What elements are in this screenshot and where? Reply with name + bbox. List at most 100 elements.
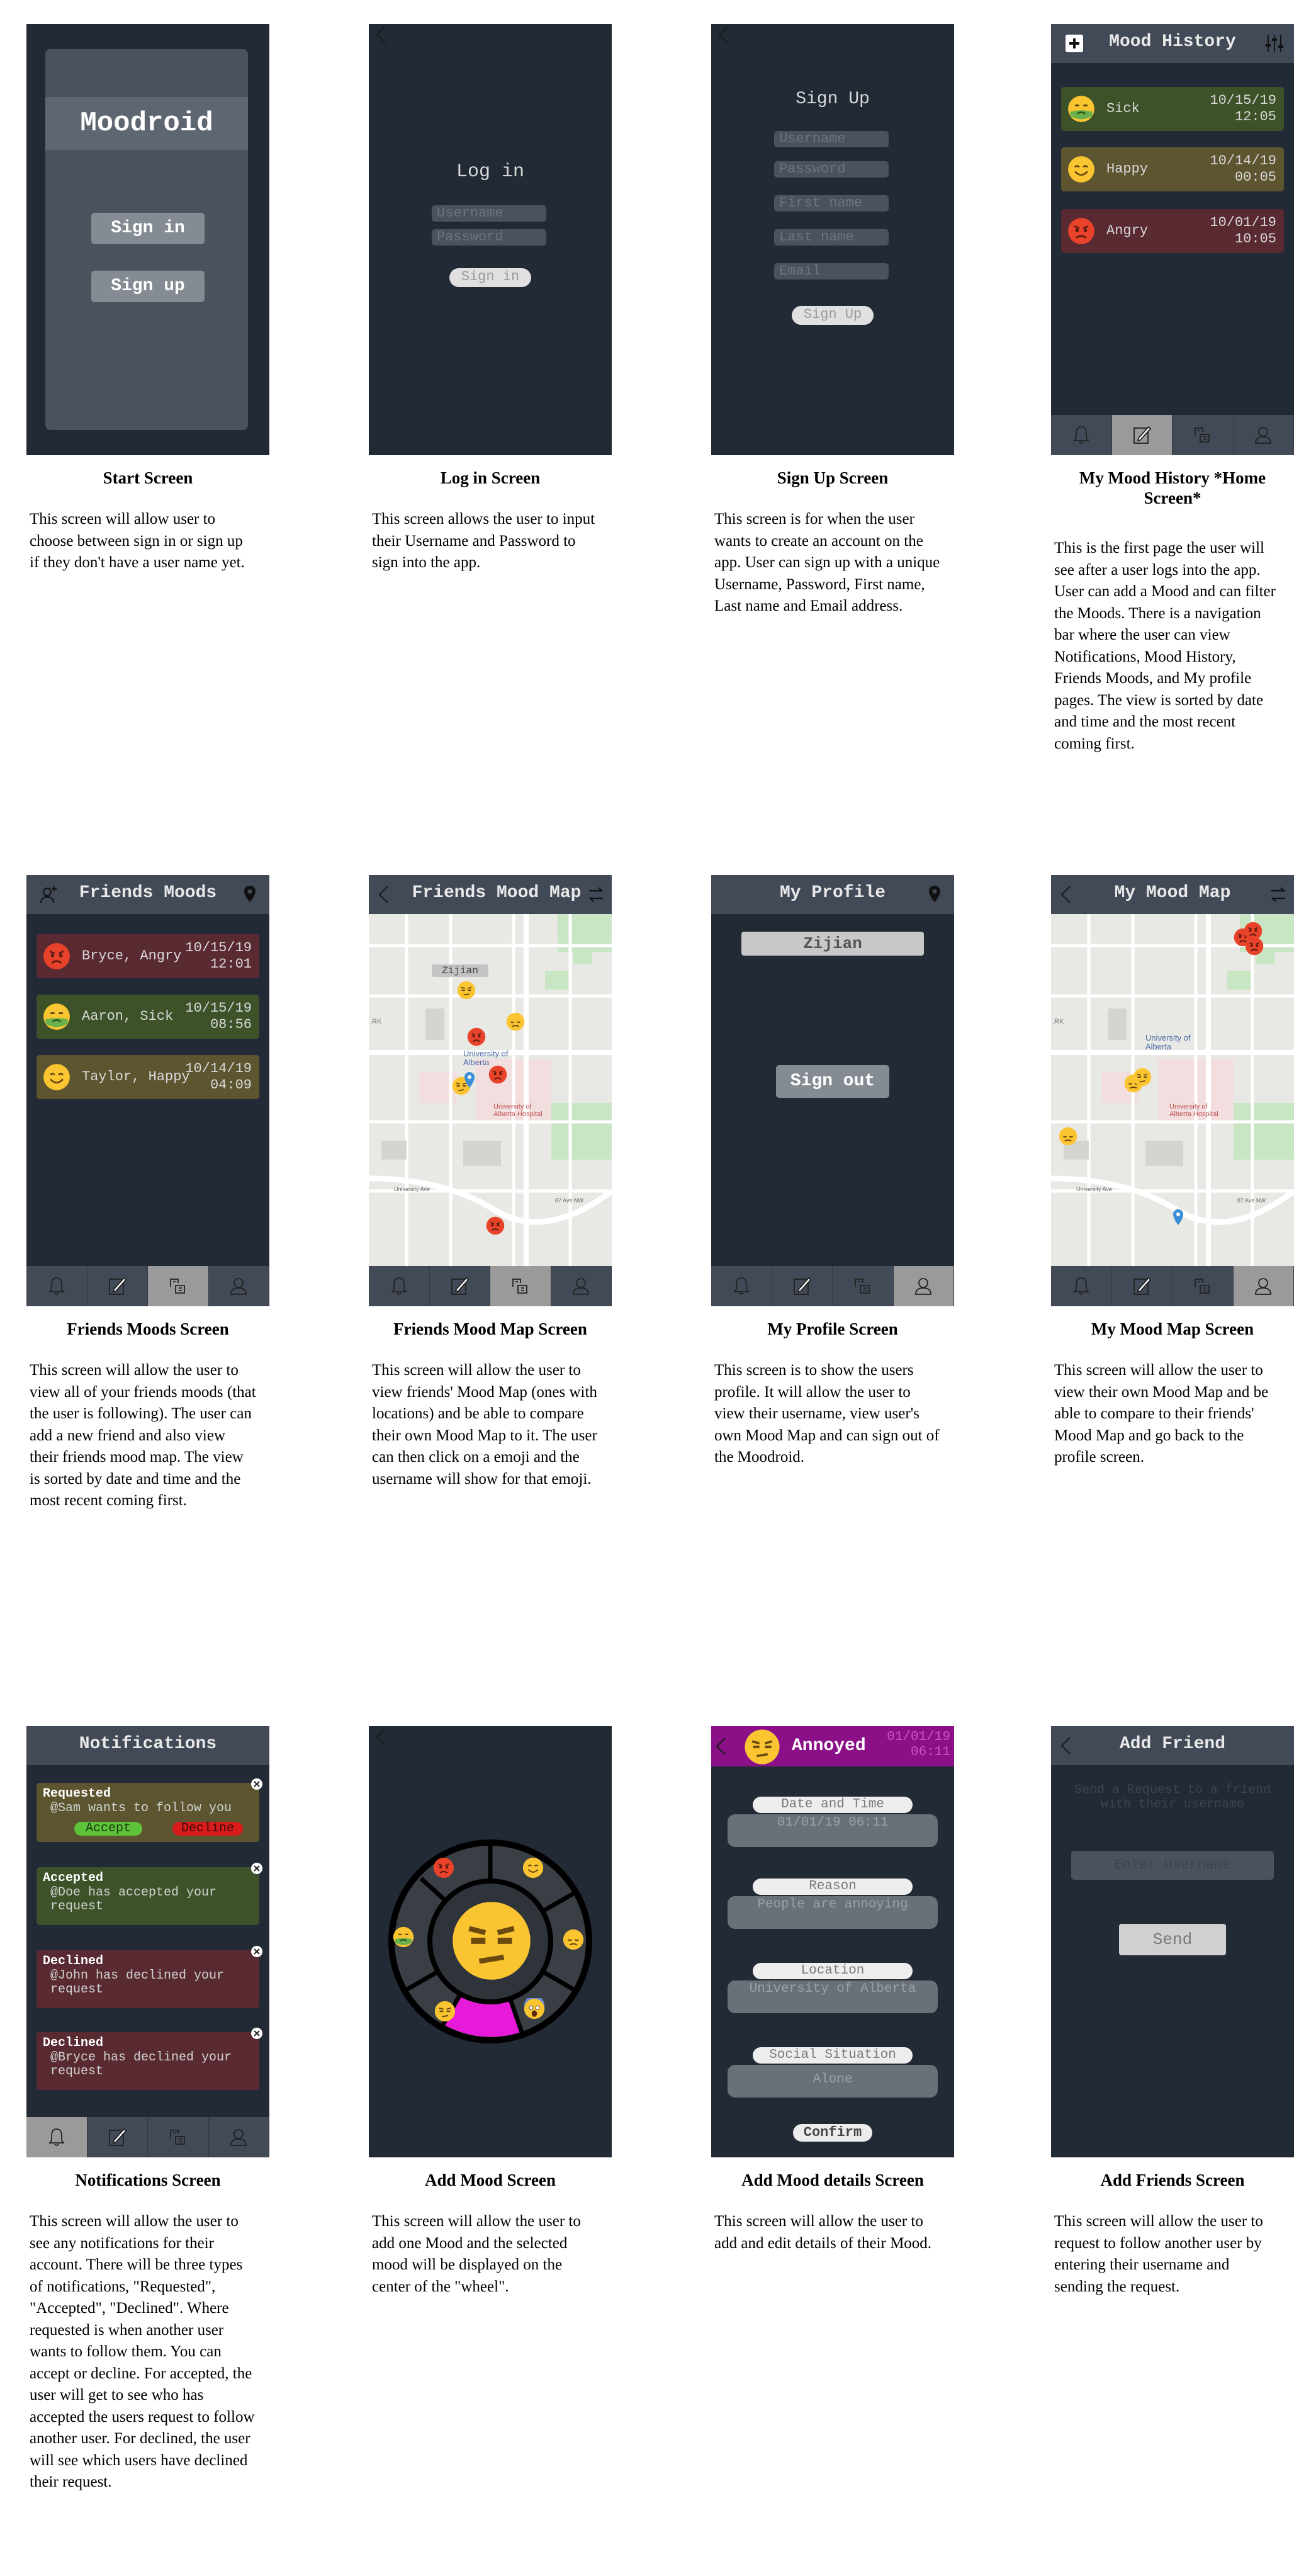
nav-notifications[interactable]: [26, 1266, 87, 1306]
sign-out-button[interactable]: Sign out: [776, 1065, 889, 1098]
top-bar: Friends Moods: [26, 875, 269, 914]
nav-friends[interactable]: [148, 1266, 209, 1306]
mood-label: Angry: [1106, 223, 1149, 239]
list-item[interactable]: Angry 10/01/19 10:05: [1061, 209, 1284, 253]
angry-emoji-icon[interactable]: [467, 1027, 486, 1046]
nav-friends[interactable]: [1173, 1266, 1234, 1306]
close-icon[interactable]: [250, 1945, 263, 1958]
sign-up-button[interactable]: Sign Up: [792, 306, 874, 325]
mood-time: 12:05: [1234, 109, 1276, 125]
nav-friends[interactable]: [833, 1266, 894, 1306]
nav-friends[interactable]: [148, 2117, 209, 2157]
username-field[interactable]: Username: [432, 205, 546, 222]
nav-notifications[interactable]: [711, 1266, 772, 1306]
back-arrow-icon[interactable]: [711, 1736, 733, 1757]
password-field[interactable]: Password: [774, 161, 889, 178]
list-item[interactable]: Bryce, Angry 10/15/19 12:01: [37, 934, 259, 978]
map-road-label: University Ave: [1076, 1186, 1112, 1192]
nav-history[interactable]: [1111, 415, 1173, 455]
back-arrow-icon[interactable]: [371, 1726, 393, 1748]
sad-emoji-icon[interactable]: [563, 1929, 584, 1950]
mood-date: 10/14/19: [1210, 153, 1276, 169]
back-arrow-icon[interactable]: [714, 24, 735, 45]
list-item[interactable]: Taylor, Happy 10/14/19 04:09: [37, 1055, 259, 1099]
annoyed-emoji-icon[interactable]: [1133, 1068, 1152, 1087]
list-item[interactable]: Happy 10/14/19 00:05: [1061, 147, 1284, 191]
map-pin-icon[interactable]: [239, 884, 261, 905]
list-item[interactable]: Aaron, Sick 10/15/19 08:56: [37, 995, 259, 1039]
nav-friends[interactable]: [1173, 415, 1234, 455]
map-view[interactable]: University of Alberta University of Albe…: [369, 914, 612, 1266]
nav-profile[interactable]: [209, 2117, 269, 2157]
first-name-field[interactable]: First name: [774, 195, 889, 212]
nav-history[interactable]: [87, 2117, 148, 2157]
nav-friends[interactable]: [490, 1266, 551, 1306]
note-icon: [106, 1275, 128, 1297]
angry-emoji-icon[interactable]: [433, 1857, 454, 1878]
nav-notifications[interactable]: [1051, 415, 1112, 455]
list-item[interactable]: Sick 10/15/19 12:05: [1061, 87, 1284, 131]
nav-profile[interactable]: [551, 1266, 612, 1306]
angry-emoji-icon[interactable]: [486, 1216, 505, 1235]
nav-notifications[interactable]: [1051, 1266, 1112, 1306]
angry-emoji-icon[interactable]: [1245, 937, 1264, 956]
notification-declined: Declined @John has declined your request: [37, 1950, 259, 2008]
nav-history[interactable]: [87, 1266, 148, 1306]
sick-emoji-icon[interactable]: [393, 1926, 414, 1948]
note-icon: [1131, 424, 1152, 446]
username-input[interactable]: Enter Username: [1071, 1851, 1274, 1880]
close-icon[interactable]: [250, 1778, 263, 1790]
bell-icon: [46, 1275, 67, 1297]
sign-in-button[interactable]: Sign in: [449, 268, 531, 287]
location-label: Location: [753, 1963, 913, 1979]
sad-emoji-icon[interactable]: [506, 1012, 525, 1031]
nav-history[interactable]: [1112, 1266, 1173, 1306]
nav-history[interactable]: [430, 1266, 490, 1306]
map-pin-icon[interactable]: [924, 884, 945, 905]
mood-date: 10/15/19: [1210, 93, 1276, 108]
email-field[interactable]: Email: [774, 263, 889, 280]
nav-notifications[interactable]: [26, 2117, 87, 2157]
social-situation-field[interactable]: Alone: [728, 2065, 938, 2098]
nav-history[interactable]: [772, 1266, 833, 1306]
date-time-field[interactable]: 01/01/19 06:11: [728, 1814, 938, 1847]
annoyed-emoji-icon: [744, 1729, 780, 1765]
back-arrow-icon[interactable]: [371, 24, 393, 45]
note-icon: [106, 2127, 128, 2148]
password-field[interactable]: Password: [432, 229, 546, 246]
addmood-screen-mockup: [369, 1726, 612, 2157]
reason-field[interactable]: People are annoying: [728, 1896, 938, 1929]
username-field[interactable]: Username: [774, 131, 889, 147]
close-icon[interactable]: [250, 2027, 263, 2040]
nav-notifications[interactable]: [369, 1266, 430, 1306]
scared-emoji-icon[interactable]: [524, 1998, 545, 2020]
sign-up-button[interactable]: Sign up: [91, 271, 205, 302]
filter-icon[interactable]: [1264, 33, 1285, 54]
swap-icon[interactable]: [585, 884, 607, 905]
nav-profile[interactable]: [1234, 415, 1294, 455]
decline-button[interactable]: Decline: [172, 1822, 243, 1836]
accept-button[interactable]: Accept: [74, 1822, 142, 1836]
nav-profile[interactable]: [893, 1266, 954, 1306]
nav-profile[interactable]: [1233, 1266, 1294, 1306]
page-title: My Profile: [779, 883, 886, 903]
location-field[interactable]: University of Alberta: [728, 1980, 938, 2013]
swap-icon[interactable]: [1268, 884, 1289, 905]
annoyed-emoji-icon[interactable]: [434, 2001, 456, 2022]
map-view[interactable]: University of Alberta University of Albe…: [1051, 914, 1294, 1266]
nav-profile[interactable]: [209, 1266, 269, 1306]
confirm-button[interactable]: Confirm: [793, 2124, 872, 2142]
happy-emoji-icon[interactable]: [522, 1857, 544, 1878]
angry-emoji-icon[interactable]: [488, 1065, 507, 1084]
friends-icon: [1192, 424, 1213, 446]
send-button[interactable]: Send: [1119, 1924, 1226, 1955]
close-icon[interactable]: [250, 1862, 263, 1875]
page-title: Notifications: [79, 1734, 217, 1754]
addfriend-screen-mockup: Add Friend Send a Request to a friend wi…: [1051, 1726, 1294, 2157]
last-name-field[interactable]: Last name: [774, 229, 889, 246]
sign-in-button[interactable]: Sign in: [91, 213, 205, 244]
caption-text: This screen will allow the user to reque…: [1054, 2213, 1263, 2295]
map-label: University of Alberta Hospital: [493, 1103, 543, 1118]
annoyed-emoji-icon[interactable]: [457, 981, 476, 1000]
sad-emoji-icon[interactable]: [1059, 1127, 1077, 1146]
